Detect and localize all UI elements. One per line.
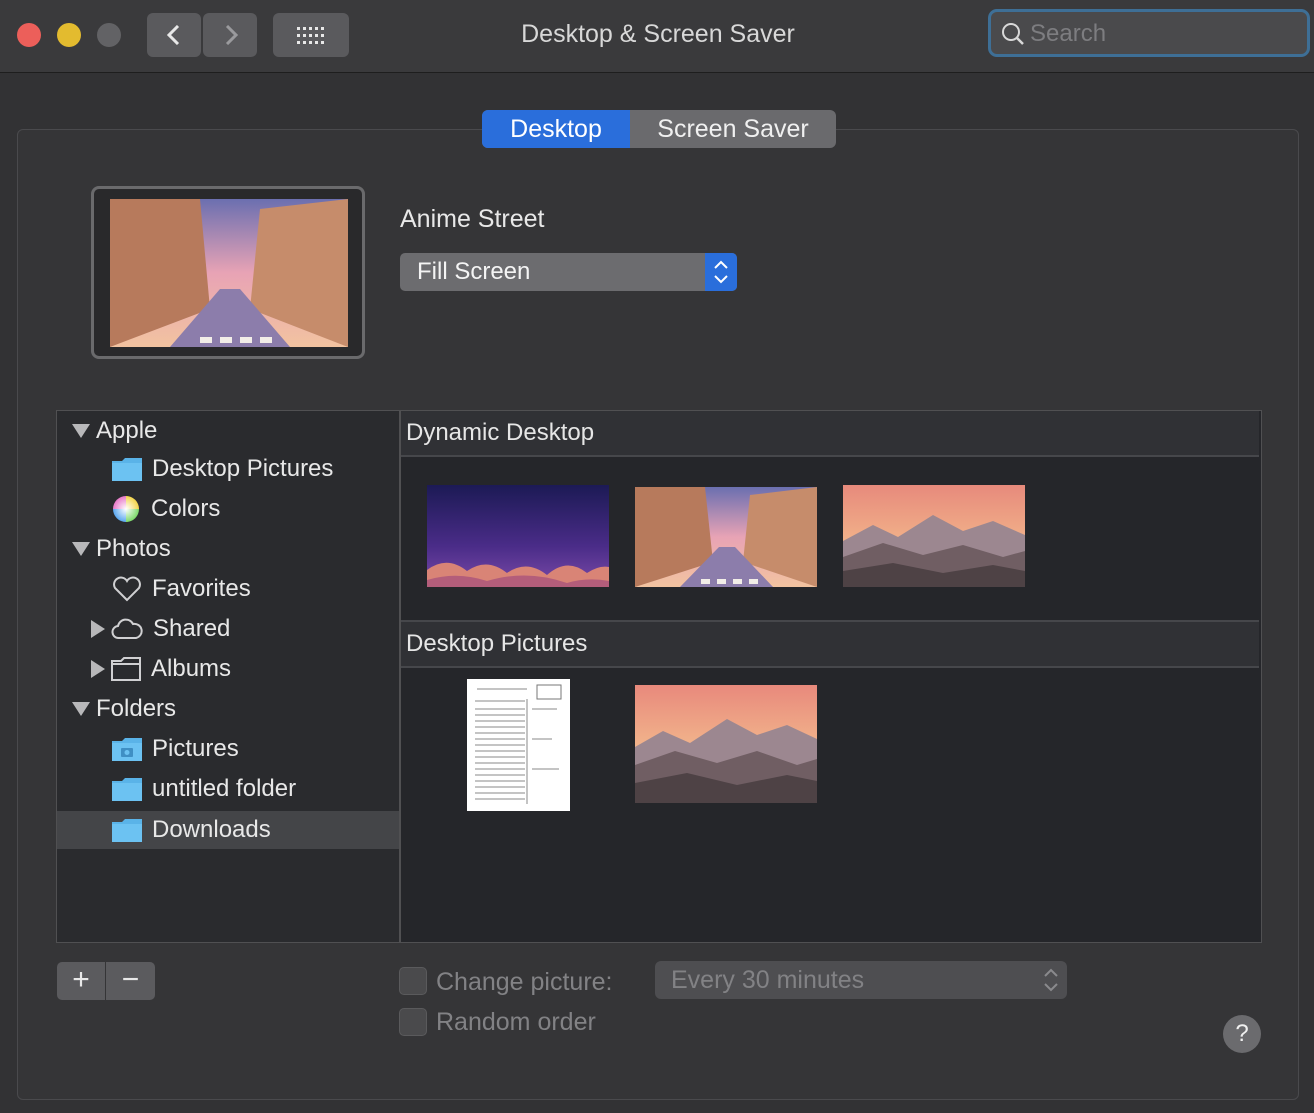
sidebar-item-colors[interactable]: Colors — [57, 489, 399, 529]
sidebar-item-label: Favorites — [152, 575, 251, 602]
minus-icon: − — [121, 963, 140, 996]
chevron-updown-icon — [714, 260, 728, 284]
cloud-icon — [111, 618, 143, 639]
chevron-left-icon — [166, 25, 180, 45]
wallpaper-gallery: Dynamic Desktop Desktop Pictures — [400, 410, 1262, 943]
sidebar-group-folders[interactable]: Folders — [57, 689, 399, 729]
folder-icon — [112, 458, 142, 481]
disclosure-closed-icon — [91, 660, 105, 678]
sidebar-group-label: Photos — [96, 535, 171, 562]
back-button[interactable] — [147, 13, 201, 57]
mountains-thumb[interactable] — [635, 685, 817, 803]
sidebar-group-apple[interactable]: Apple — [57, 411, 399, 451]
source-sidebar: Apple Desktop Pictures Colors Photos Fav… — [56, 410, 400, 943]
sidebar-item-label: untitled folder — [152, 775, 297, 802]
sidebar-item-label: Pictures — [152, 735, 239, 762]
color-wheel-icon — [113, 496, 139, 522]
sidebar-item-albums[interactable]: Albums — [57, 649, 399, 689]
folder-icon — [112, 778, 142, 801]
disclosure-open-icon — [72, 424, 90, 438]
pink-mountains-thumb[interactable] — [843, 485, 1025, 587]
interval-value: Every 30 minutes — [671, 966, 865, 994]
help-button[interactable]: ? — [1223, 1015, 1261, 1053]
section-title: Dynamic Desktop — [406, 419, 595, 446]
disclosure-open-icon — [72, 702, 90, 716]
add-folder-button[interactable]: + — [57, 962, 105, 1000]
disclosure-open-icon — [72, 542, 90, 556]
random-order-checkbox[interactable] — [399, 1008, 427, 1036]
show-all-button[interactable] — [273, 13, 349, 57]
sidebar-item-label: Colors — [151, 495, 221, 522]
forward-button[interactable] — [203, 13, 257, 57]
fill-mode-stepper[interactable] — [705, 253, 737, 291]
window-title: Desktop & Screen Saver — [521, 20, 795, 48]
folder-icon — [112, 819, 142, 842]
sidebar-item-label: Shared — [153, 615, 231, 642]
tab-screen-saver[interactable]: Screen Saver — [630, 110, 836, 148]
close-window-button[interactable] — [17, 23, 41, 47]
sidebar-item-shared[interactable]: Shared — [57, 609, 399, 649]
search-icon — [1002, 23, 1024, 45]
wallpaper-name: Anime Street — [400, 205, 545, 233]
sidebar-group-label: Folders — [96, 695, 177, 722]
wallpaper-preview — [91, 186, 365, 359]
sidebar-item-pictures[interactable]: Pictures — [57, 729, 399, 769]
sidebar-item-desktop-pictures[interactable]: Desktop Pictures — [57, 449, 399, 489]
tab-desktop[interactable]: Desktop — [482, 110, 630, 148]
heart-icon — [113, 576, 141, 602]
folder-outline-icon — [111, 657, 141, 681]
anime-street-preview-image — [110, 199, 348, 347]
section-header-desktop-pictures: Desktop Pictures — [401, 620, 1259, 668]
section-header-dynamic: Dynamic Desktop — [401, 411, 1259, 457]
sidebar-item-label: Downloads — [152, 816, 271, 843]
fill-mode-value: Fill Screen — [417, 258, 531, 285]
document-thumb[interactable] — [467, 679, 570, 811]
sidebar-group-photos[interactable]: Photos — [57, 529, 399, 569]
pictures-folder-icon — [112, 738, 142, 761]
interval-select[interactable]: Every 30 minutes — [655, 961, 1067, 999]
sidebar-group-label: Apple — [96, 417, 158, 444]
disclosure-closed-icon — [91, 620, 105, 638]
dusk-dunes-thumb[interactable] — [427, 485, 609, 587]
tab-bar: Desktop Screen Saver — [482, 110, 836, 148]
anime-street-thumb[interactable] — [635, 487, 817, 587]
sidebar-item-downloads[interactable]: Downloads — [57, 811, 399, 849]
remove-folder-button[interactable]: − — [106, 962, 155, 1000]
chevron-right-icon — [225, 25, 239, 45]
sidebar-item-favorites[interactable]: Favorites — [57, 569, 399, 609]
sidebar-item-untitled-folder[interactable]: untitled folder — [57, 769, 399, 809]
title-bar: Desktop & Screen Saver Search — [0, 0, 1314, 73]
change-picture-label: Change picture: — [436, 968, 613, 996]
plus-icon: + — [72, 963, 90, 996]
grid-icon — [297, 27, 324, 44]
sidebar-item-label: Albums — [151, 655, 232, 682]
section-title: Desktop Pictures — [406, 630, 588, 657]
zoom-window-button[interactable] — [97, 23, 121, 47]
change-picture-checkbox[interactable] — [399, 967, 427, 995]
random-order-label: Random order — [436, 1008, 596, 1036]
minimize-window-button[interactable] — [57, 23, 81, 47]
search-placeholder: Search — [1030, 20, 1107, 47]
sidebar-item-label: Desktop Pictures — [152, 455, 334, 482]
chevron-updown-icon — [1044, 968, 1058, 992]
